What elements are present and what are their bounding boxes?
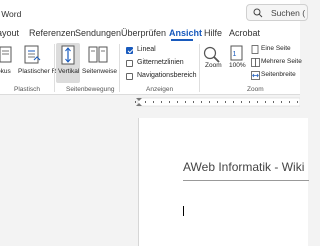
one-page-button[interactable]: Eine Seite (261, 45, 291, 52)
group-label-zoom: Zoom (247, 86, 264, 93)
search-icon (253, 8, 263, 18)
ribbon-tabs: ayout Referenzen Sendungen Überprüfen An… (0, 26, 300, 41)
tab-sendungen[interactable]: Sendungen (75, 28, 121, 38)
svg-text:1: 1 (233, 51, 237, 58)
group-label-seitenbewegung: Seitenbewegung (66, 86, 115, 93)
navigationsbereich-label: Navigationsbereich (137, 72, 197, 79)
side-to-side-button[interactable]: Seitenweise (82, 68, 117, 75)
tab-acrobat[interactable]: Acrobat (229, 28, 260, 38)
header-rule (183, 180, 309, 181)
tab-layout[interactable]: ayout (0, 28, 19, 38)
text-cursor (183, 206, 184, 216)
group-label-plastisch: Plastisch (14, 86, 41, 93)
document-title: - Word (0, 9, 22, 19)
zoom-button[interactable]: Zoom (205, 62, 222, 69)
search-box[interactable]: Suchen ( (246, 4, 308, 21)
search-placeholder: Suchen ( (271, 8, 306, 18)
tab-hilfe[interactable]: Hilfe (204, 28, 222, 38)
document-heading: AWeb Informatik - Wiki (183, 160, 305, 174)
zoom-100-button[interactable]: 100% (229, 62, 246, 69)
side-to-side-icon (88, 46, 108, 63)
title-bar: - Word Suchen ( (0, 0, 308, 26)
document-page[interactable]: AWeb Informatik - Wiki (138, 118, 309, 246)
one-page-icon (251, 45, 259, 54)
immersive-reader-button[interactable]: Plastischer Reader (18, 68, 73, 76)
focus-icon (0, 46, 12, 63)
ribbon-ansicht: okus Plastischer Reader Plastisch Vertik… (0, 41, 302, 95)
group-divider (119, 44, 120, 92)
tab-ansicht[interactable]: Ansicht (169, 28, 202, 38)
navigationsbereich-checkbox[interactable] (126, 73, 133, 80)
gitternetzlinien-label: Gitternetzlinien (137, 59, 184, 66)
multiple-pages-button[interactable]: Mehrere Seite (261, 58, 302, 65)
lineal-label: Lineal (137, 46, 156, 53)
tab-ueberpruefen[interactable]: Überprüfen (121, 28, 166, 38)
document-workspace: AWeb Informatik - Wiki (0, 108, 309, 246)
gitternetzlinien-checkbox[interactable] (126, 60, 133, 67)
lineal-checkbox[interactable] (126, 47, 133, 54)
multiple-pages-icon (251, 58, 260, 67)
immersive-reader-icon (24, 45, 41, 64)
group-divider (199, 44, 200, 92)
vertical-button[interactable]: Vertikal (58, 68, 79, 75)
ruler-ticks (135, 97, 300, 107)
group-divider (54, 44, 55, 92)
focus-button[interactable]: okus (0, 68, 11, 75)
zoom-100-icon: 1 (230, 45, 243, 61)
vertical-scroll-icon (61, 45, 75, 65)
group-label-anzeigen: Anzeigen (146, 86, 174, 93)
page-width-button[interactable]: Seitenbreite (261, 71, 296, 78)
page-width-icon (251, 71, 260, 80)
horizontal-ruler (0, 96, 300, 108)
tab-referenzen[interactable]: Referenzen (29, 28, 76, 38)
